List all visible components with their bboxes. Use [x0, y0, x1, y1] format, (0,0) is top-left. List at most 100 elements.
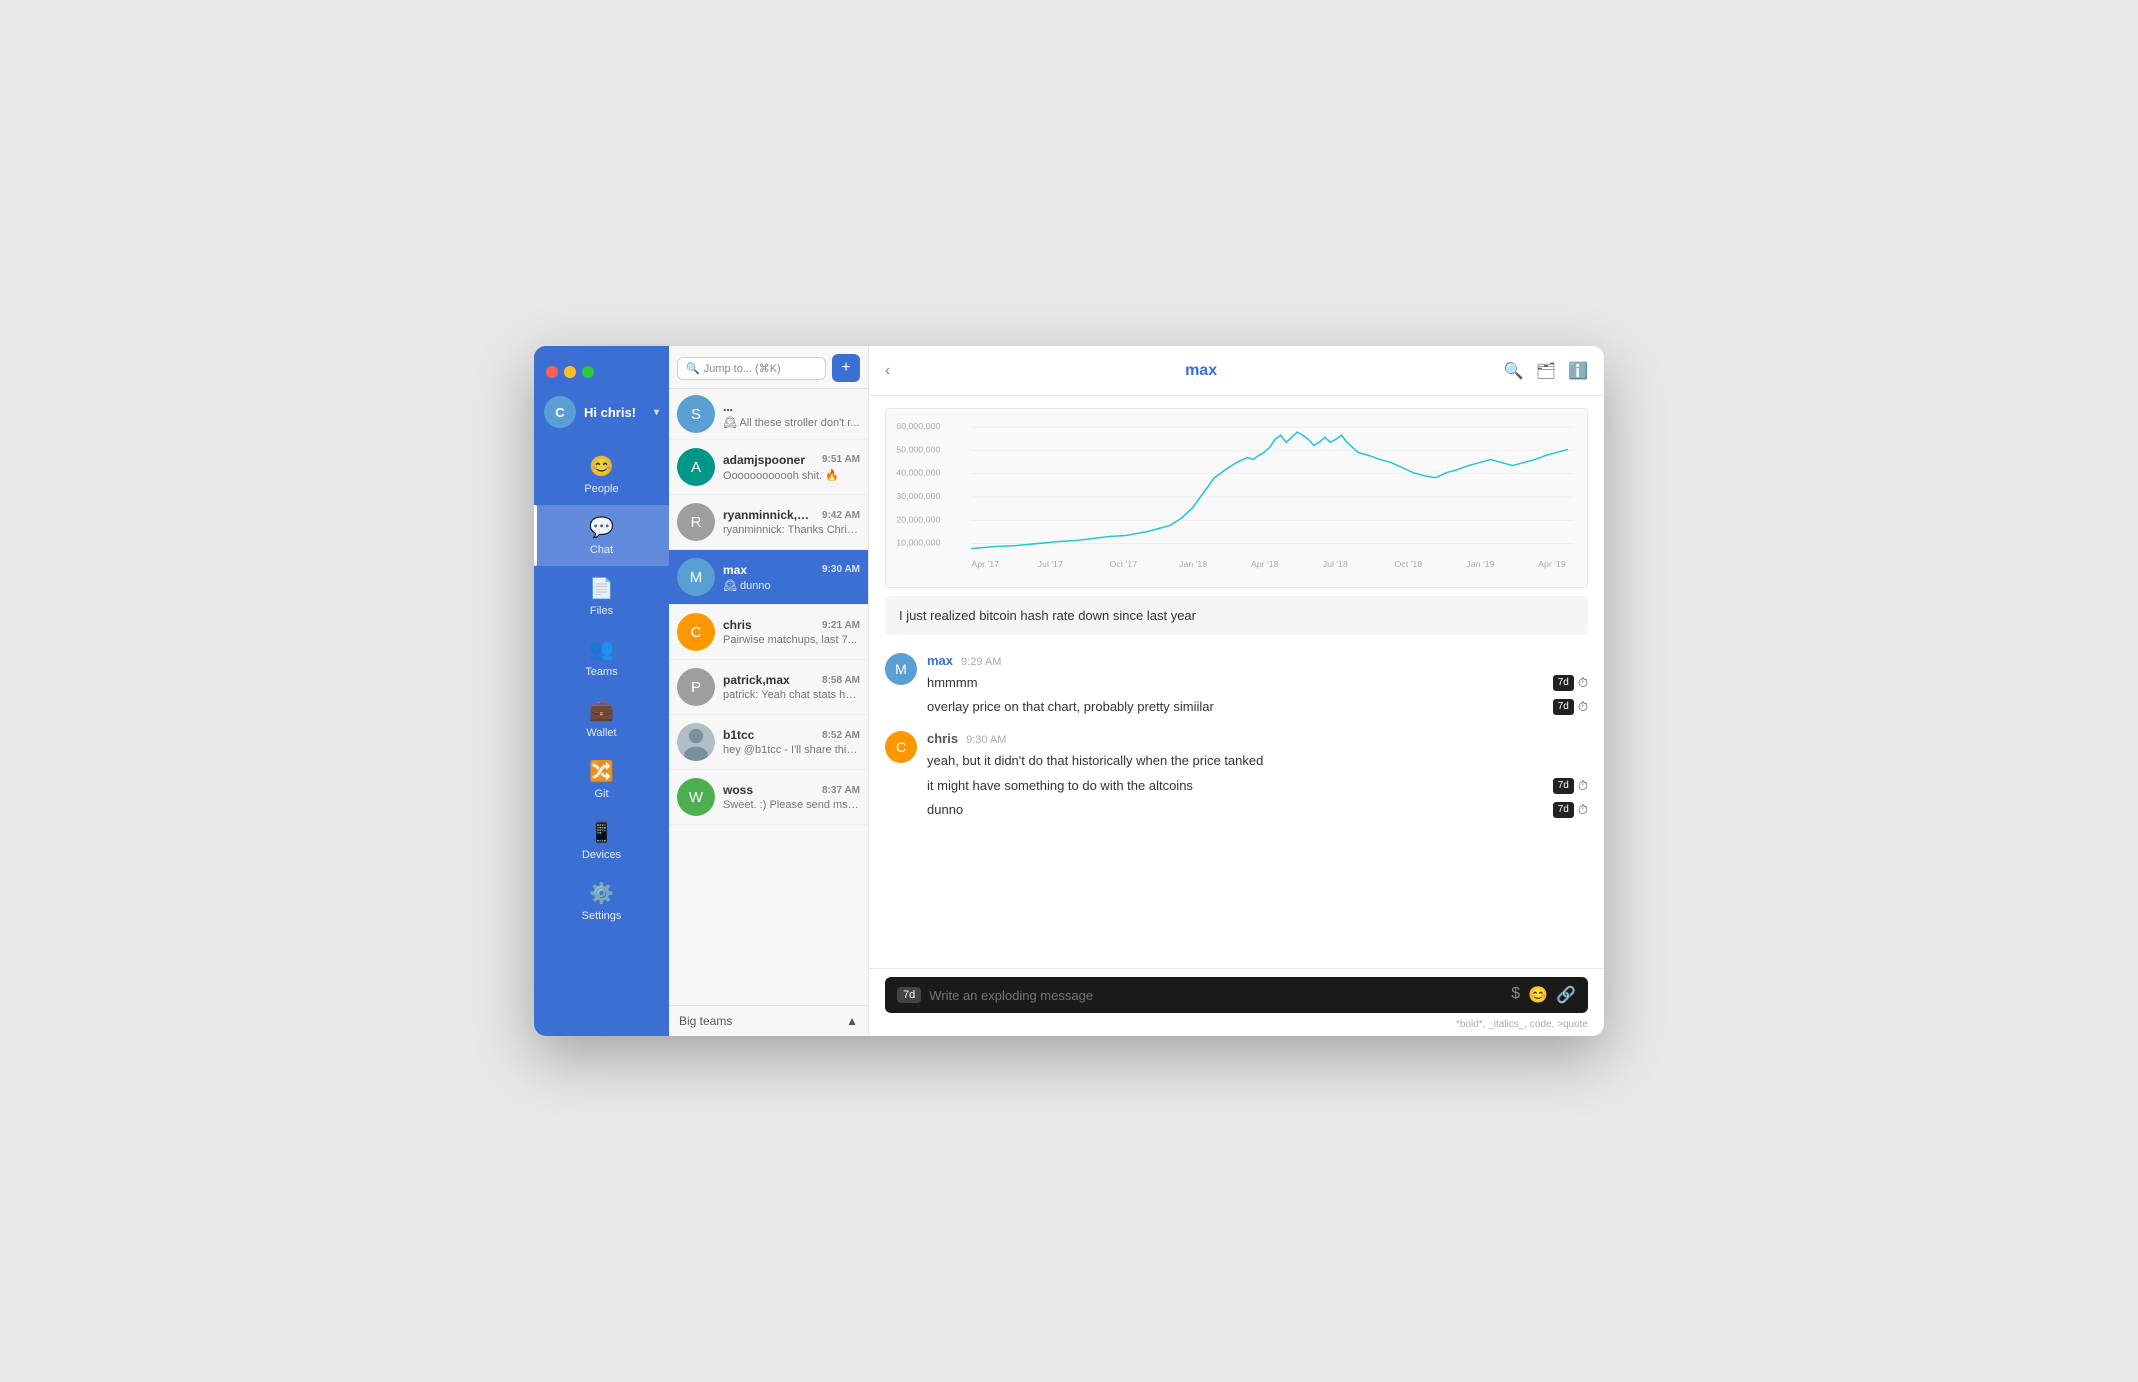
sidebar-item-wallet[interactable]: 💼 Wallet [534, 688, 669, 749]
git-icon: 🔀 [589, 759, 614, 784]
collapse-icon[interactable]: ▲ [846, 1014, 858, 1028]
sidebar-item-label: Files [590, 605, 613, 617]
search-icon: 🔍 [686, 362, 700, 375]
sidebar-item-label: Git [594, 788, 608, 800]
search-icon[interactable]: 🔍 [1504, 361, 1524, 381]
msg-author: chris [927, 731, 958, 746]
chat-info: woss 8:37 AM Sweet. :) Please send msg..… [723, 783, 860, 811]
avatar [677, 723, 715, 761]
minimize-button[interactable] [564, 366, 576, 378]
dollar-icon[interactable]: $ [1511, 985, 1520, 1005]
chat-item[interactable]: A adamjspooner 9:51 AM Oooooooooooh shit… [669, 440, 868, 495]
chat-item[interactable]: R ryanminnick,max 9:42 AM ryanminnick: T… [669, 495, 868, 550]
timer-icon: ⏱ [1578, 777, 1588, 795]
chat-header: ‹ max 🔍 🗂 ℹ️ [869, 346, 1604, 396]
sidebar-item-label: Devices [582, 849, 621, 861]
sidebar-item-files[interactable]: 📄 Files [534, 566, 669, 627]
badge-7d: 7d [1553, 675, 1574, 691]
avatar: R [677, 503, 715, 541]
chat-name: max [723, 563, 747, 577]
emoji-icon[interactable]: 😊 [1528, 985, 1548, 1005]
msg-badges: 7d ⏱ [1553, 674, 1588, 692]
chat-item[interactable]: S ... 🕰 All these stroller don't r... [669, 389, 868, 440]
people-icon: 😊 [589, 454, 614, 479]
sidebar: C Hi chris! ▾ 😊 People 💬 Chat 📄 Files 👥 [534, 346, 669, 1036]
chat-info: adamjspooner 9:51 AM Oooooooooooh shit. … [723, 453, 860, 482]
msg-text: it might have something to do with the a… [927, 777, 1553, 795]
teams-icon: 👥 [589, 637, 614, 662]
messages-area: 60,000,000 50,000,000 40,000,000 30,000,… [869, 396, 1604, 968]
chat-preview: Pairwise matchups, last 7... [723, 634, 860, 646]
big-teams-label: Big teams [679, 1014, 732, 1028]
chat-name: chris [723, 618, 752, 632]
msg-time: 9:30 AM [966, 734, 1006, 746]
close-button[interactable] [546, 366, 558, 378]
chat-item[interactable]: W woss 8:37 AM Sweet. :) Please send msg… [669, 770, 868, 825]
info-icon[interactable]: ℹ️ [1568, 361, 1588, 381]
input-icons: $ 😊 🔗 [1511, 985, 1576, 1005]
wallet-icon: 💼 [589, 698, 614, 723]
sidebar-item-label: Chat [590, 544, 613, 556]
sidebar-item-teams[interactable]: 👥 Teams [534, 627, 669, 688]
avatar: M [885, 653, 917, 685]
sidebar-item-people[interactable]: 😊 People [534, 444, 669, 505]
sidebar-item-settings[interactable]: ⚙️ Settings [534, 871, 669, 932]
sidebar-item-chat[interactable]: 💬 Chat [534, 505, 669, 566]
badge-7d: 7d [1553, 778, 1574, 794]
svg-text:10,000,000: 10,000,000 [896, 538, 940, 548]
titlebar [534, 346, 669, 386]
svg-text:Jul '17: Jul '17 [1038, 559, 1064, 569]
msg-content: chris 9:30 AM yeah, but it didn't do tha… [927, 731, 1588, 822]
svg-text:Apr '19: Apr '19 [1538, 559, 1566, 569]
svg-text:Jan '18: Jan '18 [1179, 559, 1207, 569]
timer-icon: ⏱ [1578, 698, 1588, 716]
avatar: C [885, 731, 917, 763]
big-teams-section[interactable]: Big teams ▲ [669, 1005, 868, 1036]
chat-time: 8:37 AM [822, 785, 860, 796]
msg-text: yeah, but it didn't do that historically… [927, 752, 1588, 770]
message-input[interactable] [929, 988, 1503, 1003]
back-icon[interactable]: ‹ [885, 362, 890, 380]
header-actions: 🔍 🗂 ℹ️ [1504, 361, 1588, 381]
chat-time: 8:52 AM [822, 730, 860, 741]
svg-text:40,000,000: 40,000,000 [896, 468, 940, 478]
chat-preview: 🕰 All these stroller don't r... [723, 416, 860, 429]
compose-button[interactable]: + [832, 354, 860, 382]
badge-7d: 7d [1553, 699, 1574, 715]
input-hint: *bold*, _italics_, code, >quote [869, 1017, 1604, 1036]
svg-text:Jul '18: Jul '18 [1323, 559, 1349, 569]
svg-text:Apr '18: Apr '18 [1251, 559, 1279, 569]
sidebar-item-label: Wallet [586, 727, 616, 739]
bitcoin-chart: 60,000,000 50,000,000 40,000,000 30,000,… [885, 408, 1588, 588]
msg-header: max 9:29 AM [927, 653, 1588, 668]
chat-time: 9:30 AM [822, 564, 860, 575]
active-indicator [534, 505, 537, 566]
chat-info: patrick,max 8:58 AM patrick: Yeah chat s… [723, 673, 860, 701]
chat-info: chris 9:21 AM Pairwise matchups, last 7.… [723, 618, 860, 646]
msg-badges: 7d ⏱ [1553, 801, 1588, 819]
user-header[interactable]: C Hi chris! ▾ [534, 386, 669, 444]
chat-name: patrick,max [723, 673, 790, 687]
chat-item[interactable]: b1tcc 8:52 AM hey @b1tcc - I'll share th… [669, 715, 868, 770]
chat-item[interactable]: P patrick,max 8:58 AM patrick: Yeah chat… [669, 660, 868, 715]
chat-info: b1tcc 8:52 AM hey @b1tcc - I'll share th… [723, 728, 860, 756]
avatar: S [677, 395, 715, 433]
chat-time: 8:58 AM [822, 675, 860, 686]
chat-item[interactable]: C chris 9:21 AM Pairwise matchups, last … [669, 605, 868, 660]
sidebar-item-devices[interactable]: 📱 Devices [534, 810, 669, 871]
folder-icon[interactable]: 🗂 [1536, 361, 1556, 381]
avatar: M [677, 558, 715, 596]
chat-item-max[interactable]: M max 9:30 AM 🕰 dunno [669, 550, 868, 605]
sidebar-item-git[interactable]: 🔀 Git [534, 749, 669, 810]
msg-bubble: dunno 7d ⏱ [927, 798, 1588, 822]
badge-7d: 7d [1553, 802, 1574, 818]
settings-icon: ⚙️ [589, 881, 614, 906]
chat-name: ryanminnick,max [723, 508, 818, 522]
sidebar-item-label: Teams [585, 666, 617, 678]
link-icon[interactable]: 🔗 [1556, 985, 1576, 1005]
search-box[interactable]: 🔍 Jump to... (⌘K) [677, 357, 826, 380]
msg-text: dunno [927, 801, 1553, 819]
chat-info: ... 🕰 All these stroller don't r... [723, 400, 860, 429]
chat-preview: 🕰 dunno [723, 579, 860, 592]
maximize-button[interactable] [582, 366, 594, 378]
